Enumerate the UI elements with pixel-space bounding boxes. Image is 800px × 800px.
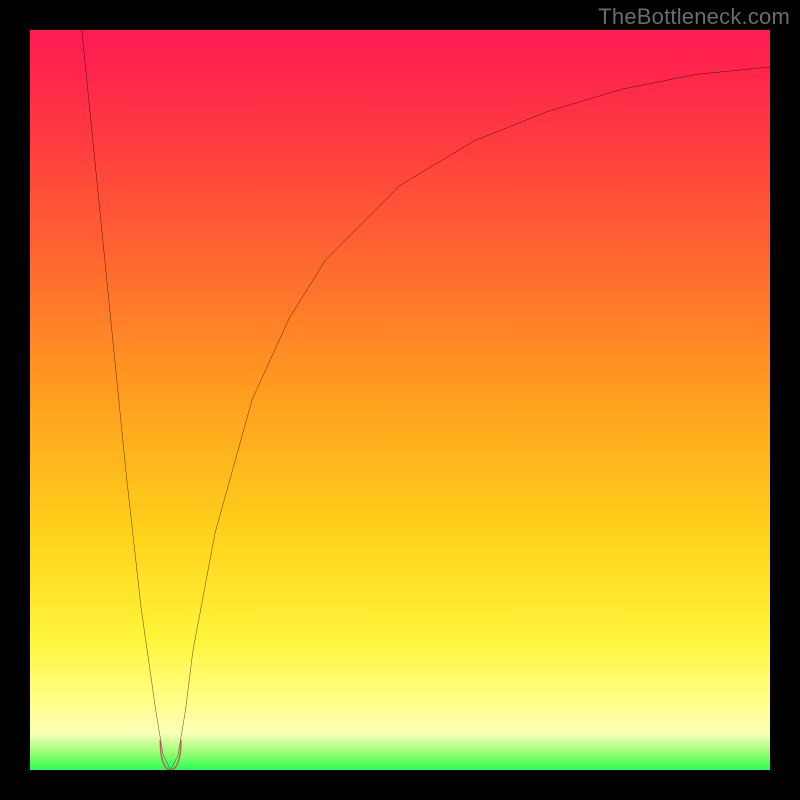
chart-frame: TheBottleneck.com (0, 0, 800, 800)
curve-layer (30, 30, 770, 770)
bottleneck-curve (82, 30, 770, 770)
plot-area (30, 30, 770, 770)
watermark-text: TheBottleneck.com (598, 4, 790, 30)
